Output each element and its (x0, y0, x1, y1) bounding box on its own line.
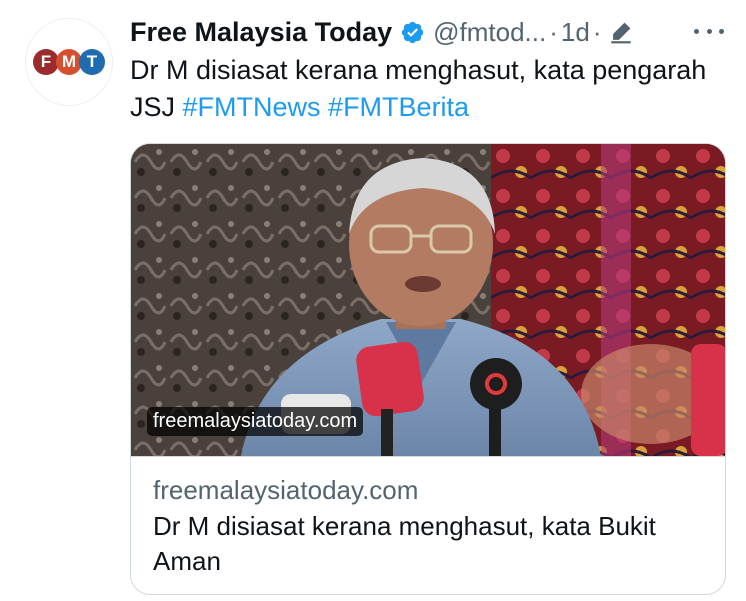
card-image[interactable]: freemalaysiatoday.com (131, 144, 725, 457)
card-domain: freemalaysiatoday.com (153, 475, 419, 505)
avatar[interactable]: F M T (25, 18, 113, 106)
image-domain-label: freemalaysiatoday.com (147, 407, 364, 436)
logo-letter-t: T (79, 49, 105, 75)
handle[interactable]: @fmtod... (433, 17, 546, 48)
display-name[interactable]: Free Malaysia Today (130, 17, 392, 48)
separator-dot: · (549, 16, 558, 47)
card-title: Dr M disiasat kerana menghasut, kata Buk… (153, 511, 656, 576)
tweet[interactable]: F M T Free Malaysia Today @fmtod... · 1d… (0, 0, 746, 601)
link-card[interactable]: freemalaysiatoday.com freemalaysiatoday.… (130, 143, 726, 595)
tweet-header: Free Malaysia Today @fmtod... · 1d · (130, 12, 730, 52)
fmt-logo: F M T (33, 49, 105, 75)
tweet-text: Dr M disiasat kerana menghasut, kata pen… (130, 52, 720, 126)
separator-dot: · (592, 16, 602, 47)
verified-badge-icon[interactable] (400, 20, 425, 45)
hashtag-link[interactable]: #FMTBerita (328, 92, 469, 122)
hashtag-link[interactable]: #FMTNews (183, 92, 321, 122)
more-dots-icon[interactable] (694, 16, 724, 46)
timestamp[interactable]: 1d (561, 17, 590, 48)
card-info[interactable]: freemalaysiatoday.com Dr M disiasat kera… (131, 457, 725, 579)
pencil-edit-icon[interactable] (608, 19, 634, 45)
